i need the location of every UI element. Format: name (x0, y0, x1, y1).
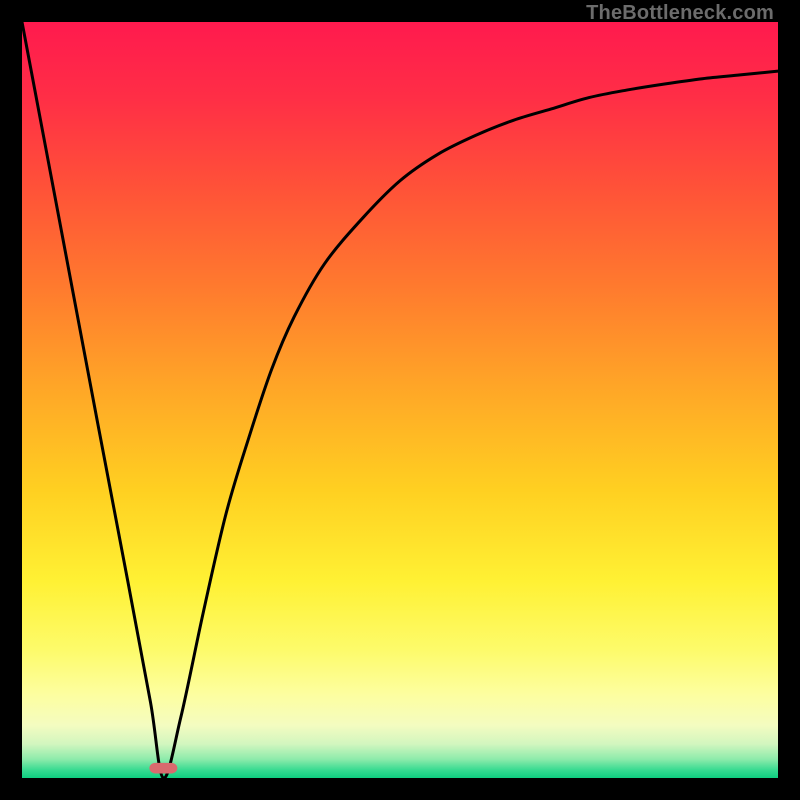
chart-frame (22, 22, 778, 778)
optimum-marker (149, 763, 177, 774)
chart-background (22, 22, 778, 778)
chart-svg (22, 22, 778, 778)
